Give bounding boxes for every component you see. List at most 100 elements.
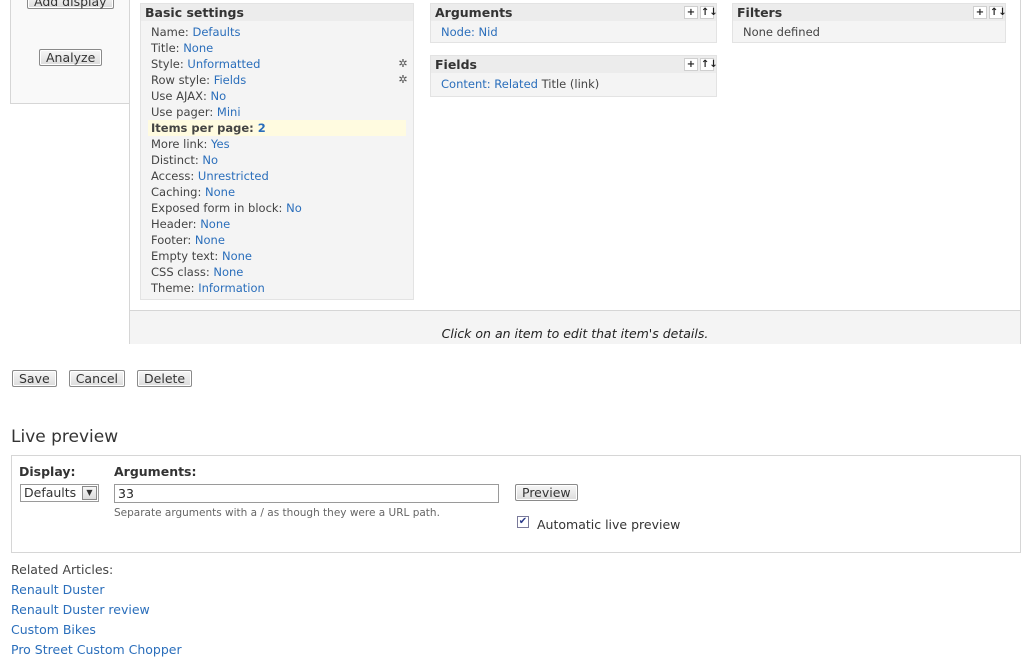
live-preview-title: Live preview [11,427,119,447]
related-articles-title: Related Articles: [11,562,114,577]
display-select-value: Defaults [24,485,77,500]
delete-button[interactable]: Delete [137,370,193,387]
add-field-icon[interactable]: + [684,58,698,71]
fields-title: Fields [435,57,477,72]
rearrange-fields-icon[interactable]: ↑↓ [700,58,718,71]
list-item: Renault Duster review [11,600,182,620]
setting-value-link[interactable]: None [183,41,213,55]
details-hint: Click on an item to edit that item's det… [130,310,1020,344]
setting-value-link[interactable]: Mini [217,105,241,119]
setting-label: Name: [151,25,189,39]
setting-value-link[interactable]: Yes [211,137,230,151]
setting-row: Distinct: No [151,152,403,168]
setting-label: Access: [151,169,195,183]
gear-icon[interactable]: ✲ [397,74,409,86]
argument-node-nid-link[interactable]: Node: Nid [441,25,498,39]
filters-title: Filters [737,5,783,20]
arguments-pane: Arguments + ↑↓ Node: Nid [430,3,718,43]
setting-value-link[interactable]: Defaults [192,25,240,39]
related-article-link[interactable]: Custom Bikes [11,622,96,637]
save-button[interactable]: Save [12,370,57,387]
setting-row: Use AJAX: No [151,88,403,104]
fields-pane: Fields + ↑↓ Content: Related Title (link… [430,55,718,97]
live-preview-form: Display: Defaults ▼ Arguments: Separate … [11,455,1021,553]
setting-row: Row style: Fields ✲ [151,72,408,88]
setting-value-link[interactable]: Fields [214,73,247,87]
setting-label: Footer: [151,233,192,247]
setting-row: Style: Unformatted ✲ [151,56,408,72]
setting-value-link[interactable]: None [205,185,235,199]
setting-value-link[interactable]: No [202,153,218,167]
setting-row: Footer: None [151,232,403,248]
add-argument-icon[interactable]: + [684,6,698,19]
rearrange-arguments-icon[interactable]: ↑↓ [700,6,718,19]
setting-row: Caching: None [151,184,403,200]
rearrange-filters-icon[interactable]: ↑↓ [989,6,1007,19]
setting-row: Name: Defaults [151,24,403,40]
setting-row: Access: Unrestricted [151,168,403,184]
setting-value-link[interactable]: None [213,265,243,279]
setting-value-link[interactable]: None [195,233,225,247]
related-article-link[interactable]: Pro Street Custom Chopper [11,642,182,657]
display-label: Display: [19,464,76,479]
setting-label: Exposed form in block: [151,201,283,215]
setting-label: Use AJAX: [151,89,207,103]
setting-label: Items per page: [151,121,254,135]
auto-preview-checkbox[interactable]: ✔ [517,516,529,528]
related-article-link[interactable]: Renault Duster [11,582,104,597]
setting-row: Title: None [151,40,403,56]
setting-row: Header: None [151,216,403,232]
display-tabs-column: Add display Analyze [10,0,130,104]
related-article-link[interactable]: Renault Duster review [11,602,150,617]
field-content-related-link[interactable]: Content: Related [441,77,538,91]
setting-label: Title: [151,41,180,55]
filters-empty-text: None defined [743,25,820,39]
basic-settings-pane: Basic settings Name: Defaults Title: None… [140,3,414,300]
list-item: Custom Bikes [11,620,182,640]
basic-settings-title: Basic settings [141,4,413,21]
setting-label: More link: [151,137,208,151]
auto-preview-label: Automatic live preview [537,517,681,532]
field-title-text: Title (link) [541,77,600,91]
setting-value-link[interactable]: No [286,201,302,215]
setting-value-link[interactable]: Unrestricted [198,169,269,183]
setting-row: Empty text: None [151,248,403,264]
chevron-down-icon[interactable]: ▼ [82,486,97,500]
list-item: Renault Duster [11,580,182,600]
setting-label: Caching: [151,185,202,199]
arguments-input[interactable] [114,484,499,503]
basic-settings-list: Name: Defaults Title: None Style: Unformat… [141,21,413,302]
display-select[interactable]: Defaults ▼ [20,484,99,502]
list-item: Pro Street Custom Chopper [11,640,182,660]
setting-value-link[interactable]: None [222,249,252,263]
arguments-title: Arguments [435,5,513,20]
setting-value-link[interactable]: No [210,89,226,103]
view-edit-area: Basic settings Name: Defaults Title: None… [129,0,1021,344]
form-actions: Save Cancel Delete [12,370,193,387]
setting-row: More link: Yes [151,136,403,152]
setting-row: Use pager: Mini [151,104,403,120]
setting-value-link[interactable]: Unformatted [187,57,260,71]
setting-label: Empty text: [151,249,219,263]
analyze-button[interactable]: Analyze [39,49,103,66]
cancel-button[interactable]: Cancel [68,370,126,387]
setting-label: Use pager: [151,105,214,119]
setting-label: Style: [151,57,184,71]
add-filter-icon[interactable]: + [973,6,987,19]
setting-label: Row style: [151,73,211,87]
setting-row: CSS class: None [151,264,403,280]
setting-row: Items per page: 2 [148,120,406,136]
setting-value-link[interactable]: None [200,217,230,231]
arguments-label: Arguments: [114,464,197,479]
add-display-button[interactable]: Add display [27,0,114,9]
setting-label: Header: [151,217,197,231]
setting-row: Exposed form in block: No [151,200,403,216]
setting-value-link[interactable]: Information [198,281,265,295]
setting-value-link[interactable]: 2 [258,121,266,135]
related-articles-list: Renault Duster Renault Duster review Custo… [11,580,182,660]
filters-pane: Filters + ↑↓ None defined [732,3,1007,43]
setting-label: CSS class: [151,265,210,279]
preview-button[interactable]: Preview [515,484,578,501]
arguments-help-text: Separate arguments with a / as though th… [114,507,440,519]
gear-icon[interactable]: ✲ [397,58,409,70]
